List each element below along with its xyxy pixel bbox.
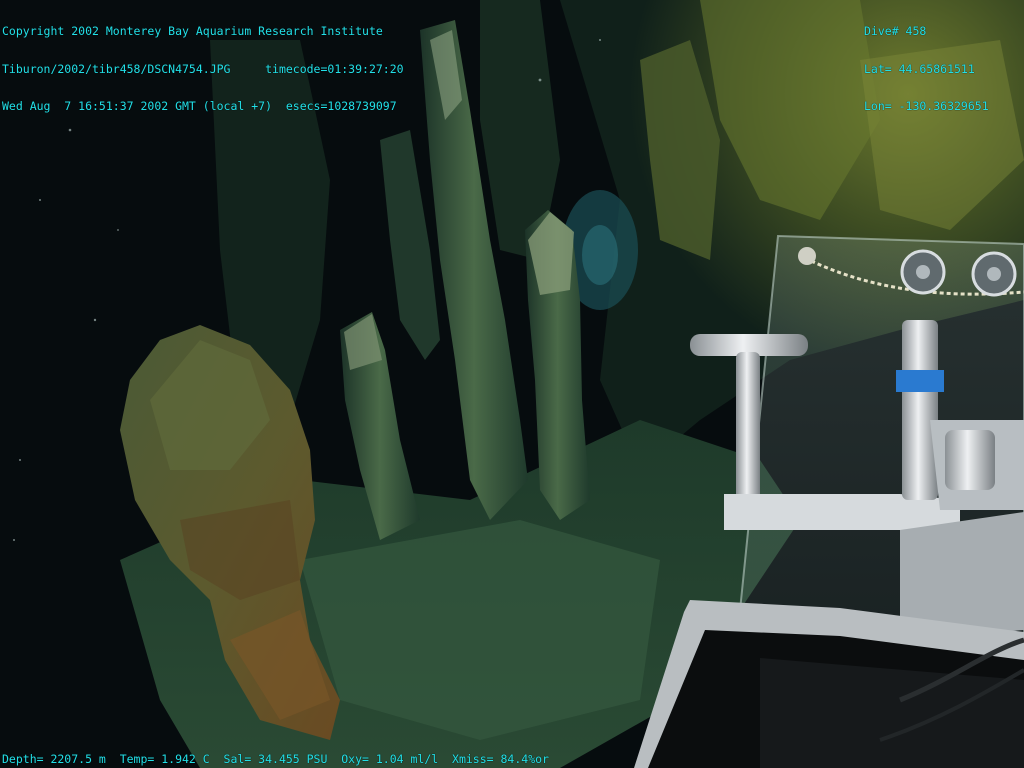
file-timecode-line: Tiburon/2002/tibr458/DSCN4754.JPG timeco… xyxy=(2,61,404,76)
latitude: Lat= 44.65861511 xyxy=(864,61,975,76)
longitude: Lon= -130.36329651 xyxy=(864,99,989,113)
copyright-line: Copyright 2002 Monterey Bay Aquarium Res… xyxy=(2,24,383,38)
dive-number: Dive# 458 xyxy=(864,24,927,38)
overlay-top-right: Dive# 458 Lat= 44.65861511 Lon= -130.363… xyxy=(864,0,989,138)
rov-camera-frame: Copyright 2002 Monterey Bay Aquarium Res… xyxy=(0,0,1024,768)
overlay-sensor-readout: Depth= 2207.5 m Temp= 1.942 C Sal= 34.45… xyxy=(2,752,549,766)
datetime-line: Wed Aug 7 16:51:37 2002 GMT (local +7) e… xyxy=(2,99,397,113)
overlay-top-left: Copyright 2002 Monterey Bay Aquarium Res… xyxy=(2,0,404,138)
